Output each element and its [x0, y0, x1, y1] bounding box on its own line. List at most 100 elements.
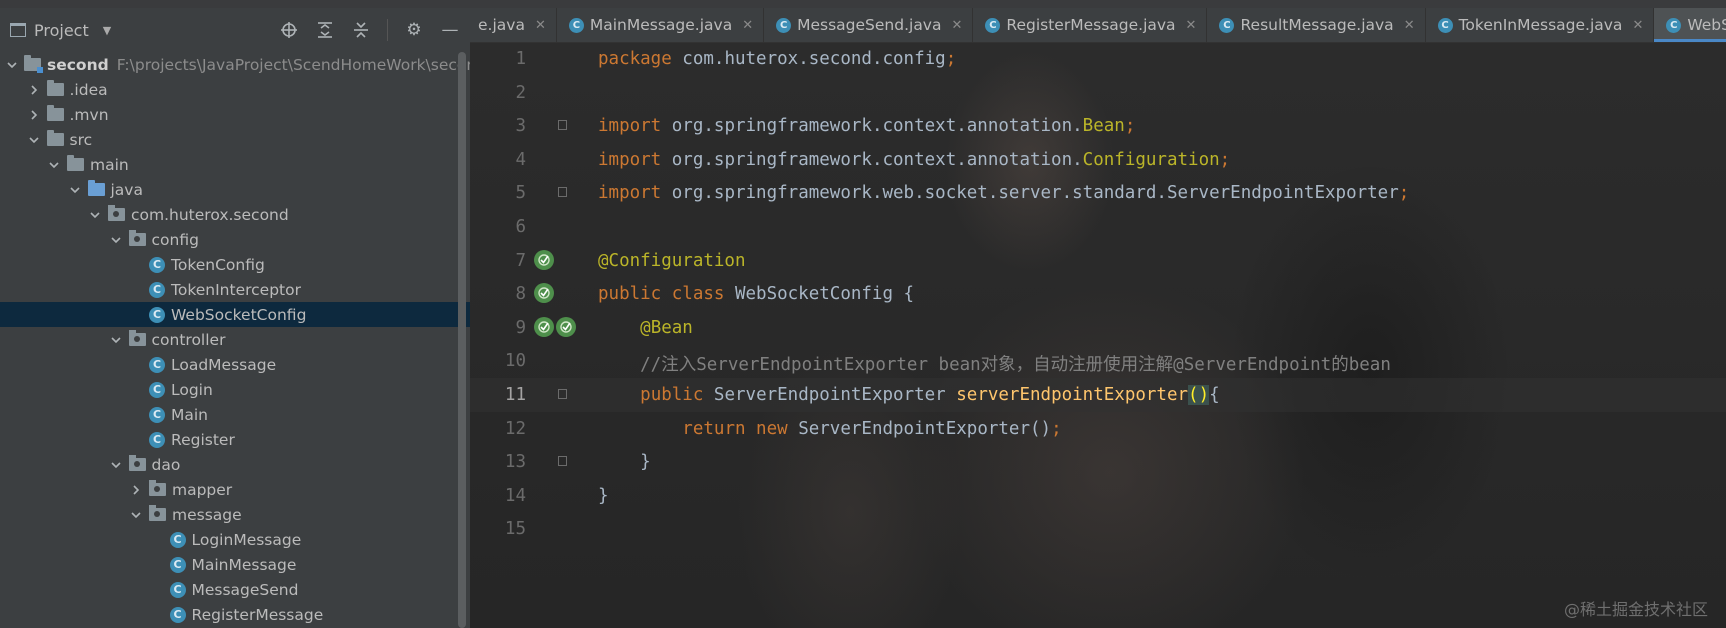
code-line[interactable]: 10 //注入ServerEndpointExporter bean对象，自动注…: [470, 344, 1726, 378]
tree-item-label: config: [151, 230, 199, 249]
chevron-right-icon[interactable]: [27, 83, 41, 97]
spring-bean-gutter-icon[interactable]: [534, 316, 554, 337]
code-area[interactable]: 1 package com.huterox.second.config; 2 3 imp…: [470, 42, 1726, 546]
chevron-down-icon[interactable]: [109, 333, 123, 347]
package-icon: [149, 480, 166, 496]
code-token: ;: [1051, 418, 1062, 439]
chevron-down-icon[interactable]: [6, 58, 18, 72]
tree-item-java[interactable]: java: [0, 177, 470, 202]
code-line[interactable]: 4 import org.springframework.context.anno…: [470, 143, 1726, 177]
project-tree-scrollbar[interactable]: [458, 52, 466, 628]
tree-item-com-huterox-second[interactable]: com.huterox.second: [0, 202, 470, 227]
tree-item--mvn[interactable]: .mvn: [0, 102, 470, 127]
tree-item-src[interactable]: src: [0, 127, 470, 152]
spring-bean-gutter-icon[interactable]: [534, 283, 554, 304]
fold-marker-icon[interactable]: [558, 456, 567, 467]
code-line[interactable]: 11 public ServerEndpointExporter serverE…: [470, 377, 1726, 412]
editor-tab[interactable]: C MainMessage.java ✕: [557, 8, 765, 42]
chevron-down-icon[interactable]: [47, 158, 61, 172]
code-token: ;: [945, 49, 957, 69]
code-line[interactable]: 1 package com.huterox.second.config;: [470, 42, 1726, 76]
tree-item-loadmessage[interactable]: C LoadMessage: [0, 352, 470, 377]
tree-item-dao[interactable]: dao: [0, 452, 470, 477]
tree-item-config[interactable]: config: [0, 227, 470, 252]
line-number: 3: [515, 116, 526, 137]
code-line[interactable]: 7 @Configuration: [470, 244, 1726, 278]
code-line[interactable]: 6: [470, 210, 1726, 244]
code-token: public class: [598, 284, 735, 305]
close-icon[interactable]: ✕: [742, 18, 753, 33]
code-token: @Bean: [640, 317, 693, 338]
chevron-down-icon[interactable]: ▼: [103, 24, 111, 37]
tree-item-label: com.huterox.second: [131, 205, 289, 224]
code-text: import org.springframework.web.socket.se…: [598, 183, 1409, 203]
code-token: org.springframework.web.socket.server.st…: [671, 183, 1399, 204]
close-icon[interactable]: ✕: [1404, 18, 1415, 33]
code-line[interactable]: 2: [470, 76, 1726, 110]
tree-item-label: WebSocketConfig: [171, 305, 307, 324]
project-panel-title[interactable]: Project: [34, 21, 89, 40]
fold-marker-icon[interactable]: [558, 388, 567, 399]
chevron-down-icon[interactable]: [129, 508, 143, 522]
code-line[interactable]: 8 public class WebSocketConfig {: [470, 277, 1726, 311]
line-number: 7: [515, 250, 526, 271]
editor-tab[interactable]: C ResultMessage.java ✕: [1207, 8, 1426, 42]
tree-item-loginmessage[interactable]: C LoginMessage: [0, 527, 470, 552]
tree-item-register[interactable]: C Register: [0, 427, 470, 452]
editor-tab[interactable]: C WebSocketC: [1654, 8, 1726, 42]
chevron-down-icon[interactable]: [27, 133, 41, 147]
tree-item-second[interactable]: second F:\projects\JavaProject\ScendHomeW…: [0, 52, 470, 77]
gear-icon[interactable]: ⚙: [404, 20, 424, 40]
chevron-down-icon[interactable]: [88, 208, 102, 222]
line-number: 1: [515, 49, 526, 69]
tree-item-main[interactable]: main: [0, 152, 470, 177]
tree-item-tokenconfig[interactable]: C TokenConfig: [0, 252, 470, 277]
chevron-right-icon[interactable]: [27, 108, 41, 122]
tree-item-mainmessage[interactable]: C MainMessage: [0, 552, 470, 577]
editor-tab[interactable]: C MessageSend.java ✕: [764, 8, 974, 42]
code-line[interactable]: 12 return new ServerEndpointExporter();: [470, 412, 1726, 446]
code-line[interactable]: 15: [470, 512, 1726, 546]
close-icon[interactable]: ✕: [1632, 18, 1643, 33]
code-line[interactable]: 9 @Bean: [470, 311, 1726, 345]
tree-item-controller[interactable]: controller: [0, 327, 470, 352]
editor-tab[interactable]: C TokenInMessage.java ✕: [1426, 8, 1655, 42]
tree-item-websocketconfig[interactable]: C WebSocketConfig: [0, 302, 470, 327]
folder-icon: [46, 130, 64, 146]
chevron-down-icon[interactable]: [109, 233, 123, 247]
code-line[interactable]: 13 }: [470, 445, 1726, 479]
code-line[interactable]: 3 import org.springframework.context.anno…: [470, 109, 1726, 143]
chevron-down-icon[interactable]: [68, 183, 82, 197]
java-class-icon: C: [149, 306, 165, 323]
spring-bean-gutter-icon[interactable]: [534, 249, 554, 270]
collapse-all-icon[interactable]: [351, 20, 371, 40]
tree-item-messagesend[interactable]: C MessageSend: [0, 577, 470, 602]
fold-marker-icon[interactable]: [558, 120, 567, 131]
tree-item-message[interactable]: message: [0, 502, 470, 527]
code-text: @Configuration: [598, 251, 746, 271]
line-number: 11: [504, 384, 526, 405]
editor-tab[interactable]: e.java ✕: [470, 8, 557, 42]
code-token: ;: [1219, 149, 1231, 170]
close-icon[interactable]: ✕: [1186, 18, 1197, 33]
fold-marker-icon[interactable]: [558, 187, 567, 198]
tree-item-mapper[interactable]: mapper: [0, 477, 470, 502]
tree-item--idea[interactable]: .idea: [0, 77, 470, 102]
spring-bean-gutter-icon[interactable]: [556, 316, 576, 337]
tree-item-main[interactable]: C Main: [0, 402, 470, 427]
hide-icon[interactable]: —: [440, 20, 460, 40]
chevron-right-icon[interactable]: [129, 483, 143, 497]
editor-tab[interactable]: C RegisterMessage.java ✕: [973, 8, 1208, 42]
tree-item-registermessage[interactable]: C RegisterMessage: [0, 602, 470, 627]
editor-tab-label: RegisterMessage.java: [1006, 16, 1176, 34]
code-line[interactable]: 14}: [470, 479, 1726, 513]
tree-item-login[interactable]: C Login: [0, 377, 470, 402]
expand-all-icon[interactable]: [315, 20, 335, 40]
close-icon[interactable]: ✕: [535, 18, 546, 33]
locate-file-icon[interactable]: [279, 20, 299, 40]
close-icon[interactable]: ✕: [951, 18, 962, 33]
tree-item-tokeninterceptor[interactable]: C TokenInterceptor: [0, 277, 470, 302]
code-line[interactable]: 5 import org.springframework.web.socket.s…: [470, 176, 1726, 210]
chevron-down-icon[interactable]: [109, 458, 123, 472]
